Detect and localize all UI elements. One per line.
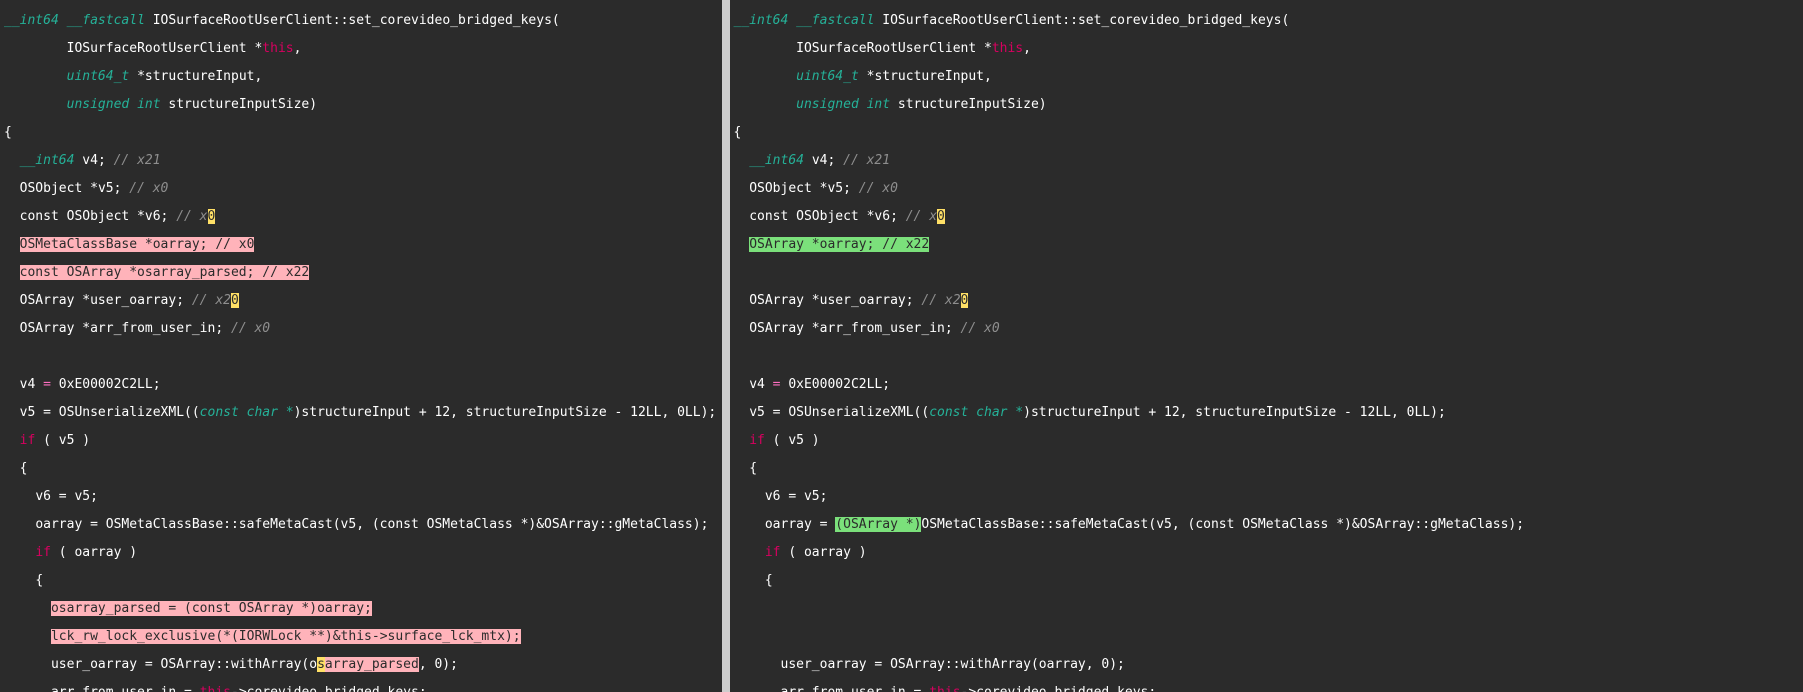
code-line: if ( v5 ) [4,434,718,448]
code-line [4,350,718,364]
code-line: OSArray *user_oarray; // x20 [734,294,1799,308]
code-line [734,602,1799,616]
left-pane: __int64 __fastcall IOSurfaceRootUserClie… [0,0,722,692]
code-line: oarray = (OSArray *)OSMetaClassBase::saf… [734,518,1799,532]
code-line: { [734,574,1799,588]
code-line: uint64_t *structureInput, [734,70,1799,84]
code-line: __int64 __fastcall IOSurfaceRootUserClie… [4,14,718,28]
code-line: OSArray *user_oarray; // x20 [4,294,718,308]
code-line [734,630,1799,644]
code-line: OSObject *v5; // x0 [734,182,1799,196]
code-line: unsigned int structureInputSize) [4,98,718,112]
code-line: v4 = 0xE00002C2LL; [4,378,718,392]
code-line: const OSObject *v6; // x0 [4,210,718,224]
code-line: if ( v5 ) [734,434,1799,448]
code-line: { [734,126,1799,140]
code-line: v6 = v5; [734,490,1799,504]
code-line: { [4,126,718,140]
code-line-removed: const OSArray *osarray_parsed; // x22 [4,266,718,280]
code-line: OSArray *arr_from_user_in; // x0 [734,322,1799,336]
code-line: { [734,462,1799,476]
code-line-removed: lck_rw_lock_exclusive(*(IORWLock **)&thi… [4,630,718,644]
code-line: user_oarray = OSArray::withArray(osarray… [4,658,718,672]
code-line: v4 = 0xE00002C2LL; [734,378,1799,392]
code-line: if ( oarray ) [4,546,718,560]
code-line: __int64 v4; // x21 [734,154,1799,168]
code-line: arr_from_user_in = this->corevideo_bridg… [4,686,718,692]
code-line: OSObject *v5; // x0 [4,182,718,196]
code-line: OSArray *arr_from_user_in; // x0 [4,322,718,336]
code-line [734,350,1799,364]
pane-divider [722,0,730,692]
code-line: IOSurfaceRootUserClient *this, [4,42,718,56]
code-line: uint64_t *structureInput, [4,70,718,84]
code-line: v5 = OSUnserializeXML((const char *)stru… [734,406,1799,420]
code-line-removed: OSMetaClassBase *oarray; // x0 [4,238,718,252]
code-line: const OSObject *v6; // x0 [734,210,1799,224]
code-line: arr_from_user_in = this->corevideo_bridg… [734,686,1799,692]
code-line-added: OSArray *oarray; // x22 [734,238,1799,252]
code-line: { [4,574,718,588]
code-line: v5 = OSUnserializeXML((const char *)stru… [4,406,718,420]
code-line: if ( oarray ) [734,546,1799,560]
code-line: __int64 __fastcall IOSurfaceRootUserClie… [734,14,1799,28]
code-line: oarray = OSMetaClassBase::safeMetaCast(v… [4,518,718,532]
code-line: unsigned int structureInputSize) [734,98,1799,112]
diff-viewer: __int64 __fastcall IOSurfaceRootUserClie… [0,0,1803,692]
code-line: __int64 v4; // x21 [4,154,718,168]
code-line: user_oarray = OSArray::withArray(oarray,… [734,658,1799,672]
code-line [734,266,1799,280]
code-line: IOSurfaceRootUserClient *this, [734,42,1799,56]
right-pane: __int64 __fastcall IOSurfaceRootUserClie… [730,0,1803,692]
code-line-removed: osarray_parsed = (const OSArray *)oarray… [4,602,718,616]
code-line: { [4,462,718,476]
code-line: v6 = v5; [4,490,718,504]
